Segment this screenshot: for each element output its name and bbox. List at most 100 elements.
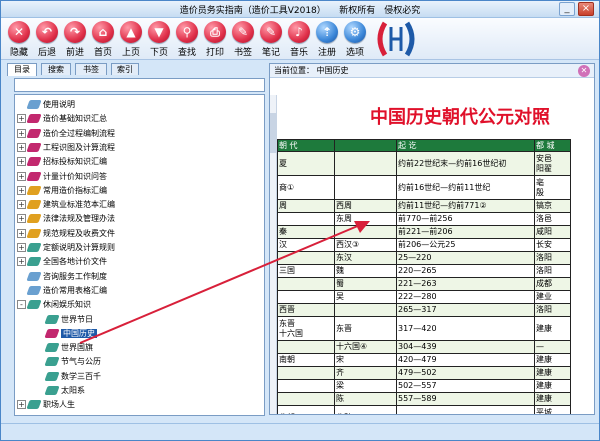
tree-item[interactable]: + 造价全过程编制流程 (17, 127, 115, 141)
tree-item[interactable]: 节气与公历 (35, 355, 101, 369)
toolbar-button-register[interactable]: ⇡ 注册 (313, 20, 341, 60)
tree-item-selected[interactable]: 中国历史 (35, 327, 97, 341)
toolbar-button-print[interactable]: ⎙ 打印 (201, 20, 229, 60)
expand-icon[interactable]: + (17, 257, 26, 267)
tree-item[interactable]: + 定额说明及计算规则 (17, 241, 115, 255)
catalog-tree: 使用说明 + 造价基础知识汇总 + 造价全过程编制流程 + 工程识图及计算流程 + 招标投标知识… (14, 94, 265, 416)
table-cell: 平城 洛阳 (534, 405, 571, 414)
tree-item[interactable]: 世界国旗 (35, 341, 93, 355)
tree-item[interactable]: + 计量计价知识问答 (17, 170, 107, 184)
table-row: 齐 479—502 建康 (277, 366, 571, 380)
tree-item-label: 世界国旗 (61, 343, 93, 353)
toolbar-button-label: 注册 (317, 48, 336, 58)
table-row: 汉西汉③ 前206—公元25 长安 (277, 238, 571, 252)
toolbar-button-bookmark[interactable]: ✎ 书签 (229, 20, 257, 60)
tree-item[interactable]: 使用说明 (17, 98, 75, 112)
table-cell: 长安 (534, 238, 571, 252)
tree-item[interactable]: + 常用造价指标汇编 (17, 184, 107, 198)
table-cell: 304—439 (396, 340, 535, 354)
tree-item[interactable]: + 法律法规及管理办法 (17, 212, 115, 226)
tree-item[interactable]: + 职场人生 (17, 398, 75, 412)
expand-icon[interactable]: + (17, 128, 26, 138)
status-bar (1, 423, 599, 440)
expand-icon[interactable]: + (17, 114, 26, 124)
expand-icon[interactable]: + (17, 157, 26, 167)
tree-item[interactable]: + 建筑业标准范本汇编 (17, 198, 115, 212)
expand-icon[interactable]: + (17, 185, 26, 195)
expand-icon[interactable]: + (17, 171, 26, 181)
table-cell: 吴 (334, 290, 397, 304)
table-cell (334, 303, 397, 317)
book-icon (44, 386, 60, 395)
book-icon (26, 157, 42, 167)
toolbar-button-x[interactable]: ✕ 隐藏 (5, 20, 33, 60)
tree-item-label: 全国各地计价文件 (43, 257, 107, 267)
minimize-button[interactable]: _ (559, 2, 575, 16)
tab-bookmark[interactable]: 书签 (75, 63, 107, 75)
toolbar-button-forward[interactable]: ↷ 前进 (61, 20, 89, 60)
tab-search[interactable]: 搜索 (41, 63, 71, 75)
table-cell: 亳 殷 (534, 175, 571, 200)
scroll-thumb[interactable] (270, 113, 277, 153)
close-button[interactable]: × (578, 2, 594, 16)
tree-item-label: 中国历史 (61, 328, 97, 338)
table-header-cell: 起 讫 (396, 139, 535, 152)
book-icon (26, 214, 42, 224)
tree-item[interactable]: 太阳系 (35, 384, 85, 398)
table-row: 周西周 约前11世纪—约前771② 镐京 (277, 199, 571, 213)
table-cell (277, 212, 335, 226)
toolbar-button-down[interactable]: ▼ 下页 (145, 20, 173, 60)
tree-item-label: 世界节日 (61, 314, 93, 324)
expand-icon[interactable]: + (17, 200, 26, 210)
table-cell (277, 340, 335, 354)
tree-item[interactable]: + 工程识图及计算流程 (17, 141, 115, 155)
expand-icon[interactable]: + (17, 214, 26, 224)
tree-item-label: 数学三百千 (61, 371, 101, 381)
table-row: 东汉 25—220 洛阳 (277, 251, 571, 265)
tree-item[interactable]: 造价常用表格汇编 (17, 284, 107, 298)
table-cell: 洛邑 (534, 212, 571, 226)
table-header-cell (334, 139, 397, 152)
tab-catalog[interactable]: 目录 (7, 63, 37, 76)
tree-item[interactable]: 世界节日 (35, 313, 93, 327)
toolbar-button-options[interactable]: ⚙ 选项 (341, 20, 369, 60)
tab-index[interactable]: 索引 (111, 63, 139, 75)
table-cell: 东晋 十六国 (277, 316, 335, 341)
tree-item[interactable]: + 招标投标知识汇编 (17, 155, 107, 169)
tree-item[interactable]: + 规范规程及收费文件 (17, 227, 115, 241)
toolbar-button-search[interactable]: ⚲ 查找 (173, 20, 201, 60)
close-pane-icon[interactable]: ✕ (578, 65, 590, 77)
table-cell: 安邑 阳翟 (534, 151, 571, 176)
table-row: 东周 前770—前256 洛邑 (277, 212, 571, 226)
collapse-icon[interactable]: - (17, 300, 26, 310)
tree-item[interactable]: 咨询服务工作制度 (17, 270, 107, 284)
book-icon (26, 228, 42, 238)
expand-icon[interactable]: + (17, 400, 26, 410)
toolbar-button-label: 首页 (93, 48, 112, 58)
tree-item[interactable]: - 休闲娱乐知识 (17, 298, 91, 312)
table-cell: 成都 (534, 277, 571, 291)
table-cell: 前221—前206 (396, 225, 535, 239)
table-cell: 宋 (334, 353, 397, 367)
tree-item[interactable]: + 造价基础知识汇总 (17, 112, 107, 126)
toolbar-button-up[interactable]: ▲ 上页 (117, 20, 145, 60)
expand-icon[interactable]: + (17, 228, 26, 238)
tree-item[interactable]: + 全国各地计价文件 (17, 255, 107, 269)
table-cell (334, 175, 397, 200)
toolbar-button-label: 前进 (65, 48, 84, 58)
tree-search-input[interactable] (14, 78, 265, 92)
expand-icon[interactable]: + (17, 142, 26, 152)
expand-icon[interactable]: + (17, 243, 26, 252)
toolbar-button-music[interactable]: ♪ 音乐 (285, 20, 313, 60)
book-icon (26, 285, 42, 295)
table-cell: 220—265 (396, 264, 535, 278)
vertical-scrollbar[interactable] (270, 95, 277, 414)
table-cell: 265—317 (396, 303, 535, 317)
toolbar-button-note[interactable]: ✎ 笔记 (257, 20, 285, 60)
table-cell: 梁 (334, 379, 397, 393)
book-icon (44, 371, 60, 381)
toolbar-button-label: 隐藏 (9, 48, 28, 58)
toolbar-button-back[interactable]: ↶ 后退 (33, 20, 61, 60)
toolbar-button-home[interactable]: ⌂ 首页 (89, 20, 117, 60)
tree-item[interactable]: 数学三百千 (35, 370, 101, 384)
